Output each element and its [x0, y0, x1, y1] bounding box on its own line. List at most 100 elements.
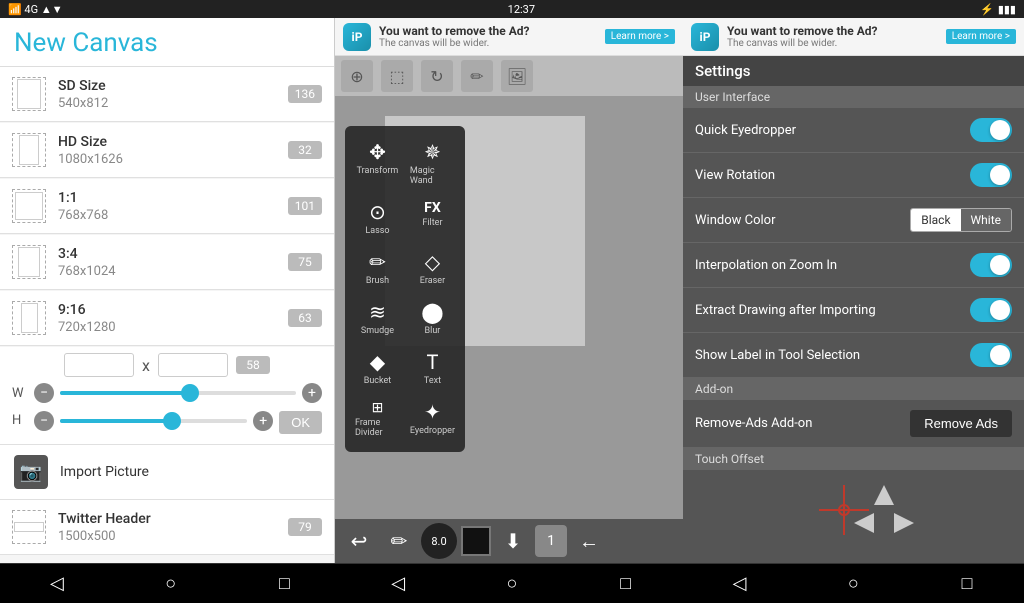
ad-banner-draw: iP You want to remove the Ad? The canvas…: [335, 18, 683, 56]
toolbar-rotate-icon[interactable]: ↻: [421, 60, 453, 92]
canvas-thumb-hd: [12, 133, 46, 167]
canvas-thumb-3-4: [12, 245, 46, 279]
settings-title: Settings: [683, 56, 1024, 86]
ok-button[interactable]: OK: [279, 411, 322, 434]
recent-button-3[interactable]: □: [952, 569, 982, 599]
toolbar-move-icon[interactable]: ⊕: [341, 60, 373, 92]
ad-title: You want to remove the Ad?: [379, 24, 597, 38]
download-icon[interactable]: ⬇: [495, 523, 531, 559]
toolbar-image-icon[interactable]: 🖼: [501, 60, 533, 92]
back-button-2[interactable]: ◁: [383, 569, 413, 599]
show-label-toggle[interactable]: [970, 343, 1012, 367]
interpolation-row: Interpolation on Zoom In: [683, 243, 1024, 288]
ad-title-settings: You want to remove the Ad?: [727, 24, 938, 38]
tool-bucket[interactable]: ◆ Bucket: [351, 344, 404, 392]
canvas-info: 1:1 768x768: [58, 190, 288, 223]
draw-panel: iP You want to remove the Ad? The canvas…: [335, 18, 683, 563]
remove-ads-button[interactable]: Remove Ads: [910, 410, 1012, 437]
learn-more-button[interactable]: Learn more >: [605, 29, 675, 44]
status-icons-left: 📶 4G ▲▼: [8, 3, 63, 16]
view-rotation-label: View Rotation: [695, 168, 970, 183]
w-minus-button[interactable]: −: [34, 383, 54, 403]
window-color-label: Window Color: [695, 213, 910, 228]
toggle-thumb: [990, 345, 1010, 365]
home-button-1[interactable]: ○: [156, 569, 186, 599]
tool-eraser[interactable]: ◇ Eraser: [406, 244, 459, 292]
w-plus-button[interactable]: +: [302, 383, 322, 403]
twitter-header-row[interactable]: Twitter Header 1500x500 79: [0, 500, 334, 555]
tool-blur[interactable]: ⬤ Blur: [406, 294, 459, 342]
tool-frame-divider[interactable]: ⊞ Frame Divider: [351, 394, 404, 444]
recent-button-1[interactable]: □: [269, 569, 299, 599]
time: 12:37: [508, 3, 535, 16]
w-slider-track[interactable]: [60, 391, 296, 395]
window-color-black-option[interactable]: Black: [911, 209, 960, 231]
toggle-thumb: [990, 255, 1010, 275]
eyedropper-icon: ✦: [424, 400, 441, 424]
toolbar-pen-icon[interactable]: ✏: [461, 60, 493, 92]
twitter-size: 1500x500: [58, 529, 288, 544]
quick-eyedropper-label: Quick Eyedropper: [695, 123, 970, 138]
undo-icon[interactable]: ↩: [341, 523, 377, 559]
status-icons-right: ⚡▮▮▮: [980, 3, 1016, 16]
quick-eyedropper-toggle[interactable]: [970, 118, 1012, 142]
list-item[interactable]: HD Size 1080x1626 32: [0, 123, 334, 178]
custom-height-input[interactable]: 1000: [158, 353, 228, 377]
color-swatch[interactable]: [461, 526, 491, 556]
canvas-size: 720x1280: [58, 320, 288, 335]
toolbar-select-icon[interactable]: ⬚: [381, 60, 413, 92]
window-color-toggle: Black White: [910, 208, 1012, 232]
canvas-name: 1:1: [58, 190, 288, 206]
list-item[interactable]: 1:1 768x768 101: [0, 179, 334, 234]
list-item[interactable]: SD Size 540x812 136: [0, 67, 334, 122]
list-item[interactable]: 9:16 720x1280 63: [0, 291, 334, 346]
learn-more-settings-button[interactable]: Learn more >: [946, 29, 1016, 44]
import-picture-row[interactable]: 📷 Import Picture: [0, 445, 334, 500]
brush-size-value: 8.0: [431, 535, 446, 548]
lasso-icon: ⊙: [369, 200, 386, 224]
back-button-3[interactable]: ◁: [725, 569, 755, 599]
back-icon[interactable]: ←: [571, 523, 607, 559]
tool-magic-wand[interactable]: ✵ Magic Wand: [406, 134, 459, 192]
import-label: Import Picture: [60, 464, 149, 480]
extract-drawing-toggle[interactable]: [970, 298, 1012, 322]
tool-text[interactable]: T Text: [406, 344, 459, 392]
panel-header: New Canvas: [0, 18, 334, 67]
tool-brush[interactable]: ✏ Brush: [351, 244, 404, 292]
canvas-size: 540x812: [58, 96, 288, 111]
canvas-info: HD Size 1080x1626: [58, 134, 288, 167]
view-rotation-toggle[interactable]: [970, 163, 1012, 187]
canvas-name: HD Size: [58, 134, 288, 150]
home-button-3[interactable]: ○: [838, 569, 868, 599]
twitter-count: 79: [288, 518, 322, 536]
home-button-2[interactable]: ○: [497, 569, 527, 599]
recent-button-2[interactable]: □: [611, 569, 641, 599]
window-color-white-option[interactable]: White: [961, 209, 1011, 231]
nav-bar-2: ◁ ○ □: [341, 563, 682, 603]
pen-tool-icon[interactable]: ✏: [381, 523, 417, 559]
h-minus-button[interactable]: −: [34, 411, 54, 431]
custom-width-input[interactable]: 1000: [64, 353, 134, 377]
h-slider-track[interactable]: [60, 419, 247, 423]
filter-icon: FX: [424, 200, 441, 216]
interpolation-toggle[interactable]: [970, 253, 1012, 277]
canvas-count: 136: [288, 85, 322, 103]
extract-drawing-label: Extract Drawing after Importing: [695, 303, 970, 318]
toggle-thumb: [990, 165, 1010, 185]
canvas-thumb-1-1: [12, 189, 46, 223]
tool-lasso[interactable]: ⊙ Lasso: [351, 194, 404, 242]
tool-popup: ✥ Transform ✵ Magic Wand ⊙ Lasso FX Filt…: [345, 126, 465, 452]
back-button-1[interactable]: ◁: [42, 569, 72, 599]
tool-transform[interactable]: ✥ Transform: [351, 134, 404, 192]
h-plus-button[interactable]: +: [253, 411, 273, 431]
status-bar: 📶 4G ▲▼ 12:37 ⚡▮▮▮: [0, 0, 1024, 18]
tool-filter[interactable]: FX Filter: [406, 194, 459, 242]
tool-eyedropper[interactable]: ✦ Eyedropper: [406, 394, 459, 444]
page-button[interactable]: 1: [535, 525, 567, 557]
brush-size-display[interactable]: 8.0: [421, 523, 457, 559]
list-item[interactable]: 3:4 768x1024 75: [0, 235, 334, 290]
brush-icon: ✏: [369, 250, 386, 274]
quick-eyedropper-row: Quick Eyedropper: [683, 108, 1024, 153]
panel-title: New Canvas: [14, 28, 320, 58]
tool-smudge[interactable]: ≋ Smudge: [351, 294, 404, 342]
